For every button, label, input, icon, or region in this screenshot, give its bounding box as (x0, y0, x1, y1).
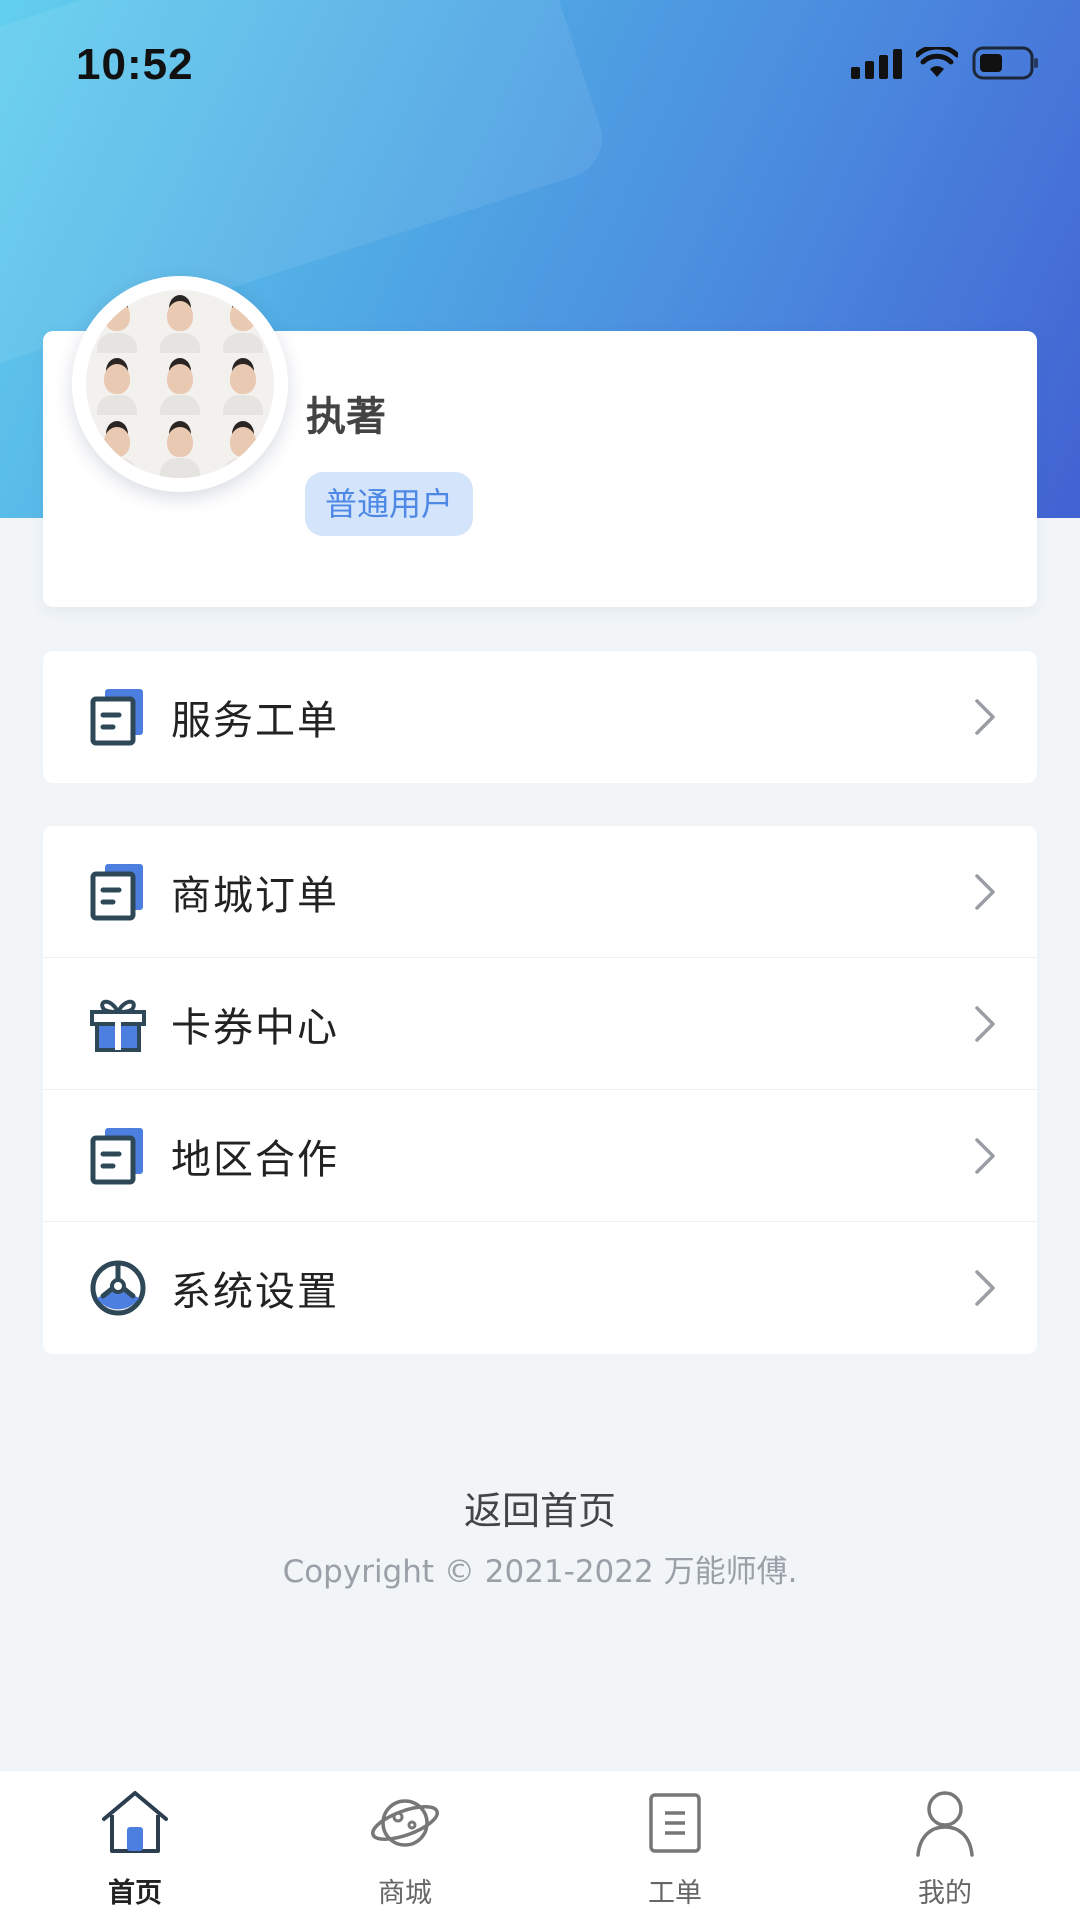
menu-label: 商城订单 (171, 872, 339, 919)
bottom-tab-bar: 首页 商城 工单 我的 (0, 1771, 1080, 1920)
document-icon (90, 864, 143, 921)
home-icon (102, 1791, 168, 1853)
menu-card-main: 商城订单 卡券中心 地区合作 系统设置 (43, 826, 1037, 1354)
tab-home[interactable]: 首页 (0, 1771, 270, 1920)
back-home-link[interactable]: 返回首页 (0, 1480, 1080, 1535)
user-level-badge: 普通用户 (305, 472, 474, 536)
user-name: 执著 (306, 394, 386, 440)
copyright-text: Copyright © 2021-2022 万能师傅. (282, 1554, 798, 1590)
settings-icon (90, 1260, 146, 1316)
menu-item-mall-orders[interactable]: 商城订单 (43, 826, 1037, 958)
menu-card-service: 服务工单 (43, 651, 1037, 783)
tab-worksheet[interactable]: 工单 (540, 1771, 810, 1920)
signal-icon (851, 47, 902, 79)
status-time: 10:52 (76, 40, 194, 89)
planet-icon (371, 1799, 439, 1847)
menu-label: 系统设置 (171, 1269, 339, 1315)
tab-mine[interactable]: 我的 (810, 1771, 1080, 1920)
battery-icon (972, 46, 1038, 80)
chevron-right-icon (975, 874, 995, 910)
menu-label: 服务工单 (171, 698, 339, 744)
status-icons (851, 46, 1040, 80)
document-icon (90, 1128, 143, 1185)
status-bar: 10:52 (0, 0, 1080, 130)
chevron-right-icon (975, 699, 995, 735)
chevron-right-icon (975, 1270, 995, 1306)
gift-icon (90, 999, 146, 1052)
menu-item-service-orders[interactable]: 服务工单 (43, 651, 1037, 783)
tab-label: 商城 (378, 1878, 432, 1909)
tab-mall[interactable]: 商城 (270, 1771, 540, 1920)
wifi-icon (916, 47, 958, 77)
document-icon (90, 689, 143, 746)
tab-label: 工单 (648, 1878, 702, 1909)
chevron-right-icon (975, 1006, 995, 1042)
avatar[interactable] (72, 276, 288, 492)
menu-label: 卡券中心 (171, 1004, 339, 1051)
menu-item-system-settings[interactable]: 系统设置 (43, 1222, 1037, 1354)
menu-label: 地区合作 (171, 1136, 339, 1183)
tab-label: 我的 (918, 1878, 972, 1909)
menu-item-coupon-center[interactable]: 卡券中心 (43, 958, 1037, 1090)
user-icon (916, 1791, 974, 1857)
chevron-right-icon (975, 1138, 995, 1174)
avatar-photo (86, 290, 274, 478)
tab-label: 首页 (108, 1878, 162, 1909)
menu-item-regional-cooperation[interactable]: 地区合作 (43, 1090, 1037, 1222)
worksheet-icon (649, 1793, 701, 1853)
